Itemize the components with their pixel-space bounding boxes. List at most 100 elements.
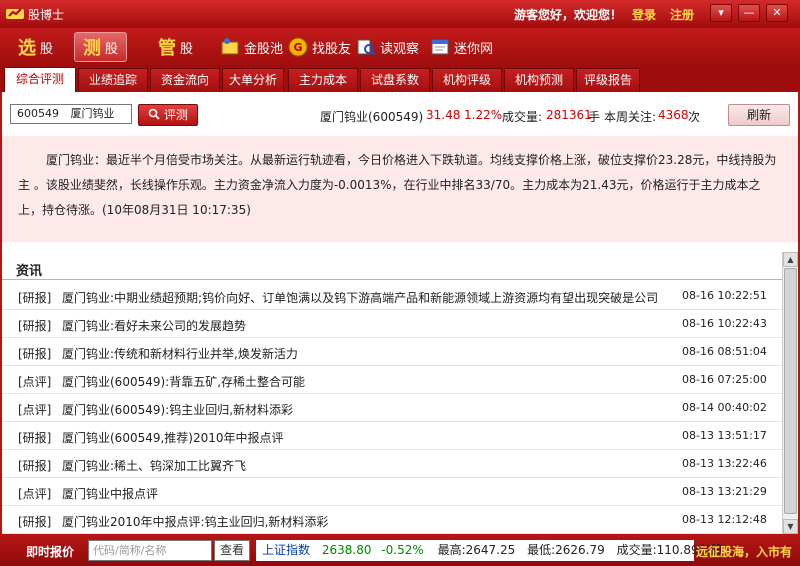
search-row: 600549 厦门钨业 评测 厦门钨业(600549) 31.48 1.22% …	[2, 92, 798, 136]
nav-manage-stock[interactable]: 管 股	[158, 32, 193, 62]
tab-performance[interactable]: 业绩追踪	[78, 68, 148, 92]
news-row[interactable]: [研报] 厦门钨业:中期业绩超预期;钨价向好、订单饱满以及钨下游高端产品和新能源领…	[2, 282, 782, 310]
quote-price: 31.48	[426, 108, 461, 122]
news-title-link[interactable]: 厦门钨业:看好未来公司的发展趋势	[62, 317, 246, 334]
news-tag: [研报]	[18, 291, 52, 305]
manage-stock-icon: 管	[158, 38, 176, 59]
news-tag: [研报]	[18, 431, 52, 445]
news-title-link[interactable]: 厦门钨业(600549,推荐)2010年中报点评	[62, 429, 284, 446]
refresh-button[interactable]: 刷新	[728, 104, 790, 126]
weekly-attention-count: 4368	[658, 108, 689, 122]
volume-label: 成交量:	[502, 110, 543, 124]
nav-label: 找股友	[312, 41, 352, 57]
nav-mini-web[interactable]: 迷你网	[430, 32, 493, 62]
nav-label: 股	[105, 41, 119, 57]
news-row[interactable]: [研报] 厦门钨业:稀土、钨深加工比翼齐飞 08-13 13:22:46	[2, 450, 782, 478]
evaluation-summary: 厦门钨业：最近半个月倍受市场关注。从最新运行轨迹看，今日价格进入下跌轨道。均线支…	[2, 136, 798, 242]
greeting-text: 游客您好，欢迎您！	[514, 8, 623, 22]
news-row[interactable]: [研报] 厦门钨业2010年中报点评:钨主业回归,新材料添彩 08-13 12:12…	[2, 506, 782, 534]
gold-pool-icon	[221, 38, 239, 55]
news-time: 08-13 13:22:46	[682, 457, 767, 470]
tab-rating-report[interactable]: 评级报告	[576, 68, 640, 92]
tab-big-order[interactable]: 大单分析	[222, 68, 284, 92]
evaluate-button[interactable]: 评测	[138, 104, 198, 126]
close-button[interactable]: ✕	[766, 4, 788, 22]
news-row[interactable]: [研报] 厦门钨业:传统和新材料行业并举,焕发新活力 08-16 08:51:04	[2, 338, 782, 366]
news-time: 08-16 10:22:51	[682, 289, 767, 302]
news-header: 资讯	[2, 252, 782, 280]
attention-unit: 次	[688, 110, 701, 124]
news-row[interactable]: [点评] 厦门钨业中报点评 08-13 13:21:29	[2, 478, 782, 506]
stock-code-input[interactable]: 600549 厦门钨业	[10, 104, 132, 124]
menu-dropdown-button[interactable]: ▾	[710, 4, 732, 22]
news-scrollbar[interactable]: ▲ ▼	[782, 252, 798, 534]
news-tag: [点评]	[18, 403, 52, 417]
tab-fund-flow[interactable]: 资金流向	[150, 68, 220, 92]
tab-institution-rating[interactable]: 机构评级	[432, 68, 502, 92]
nav-label: 读观察	[380, 41, 420, 57]
scroll-up-arrow-icon[interactable]: ▲	[783, 252, 798, 267]
find-friends-icon: G	[288, 37, 308, 57]
index-low: 最低:2626.79	[527, 543, 605, 557]
quick-quote-input[interactable]: 代码/简称/名称	[88, 540, 212, 561]
app-title: 股博士	[28, 8, 65, 22]
nav-label: 股	[180, 41, 194, 57]
read-observe-icon	[357, 39, 376, 56]
index-name: 上证指数	[262, 543, 311, 557]
news-tag: [研报]	[18, 515, 52, 529]
scroll-thumb[interactable]	[784, 268, 797, 514]
nav-label: 金股池	[244, 41, 284, 57]
news-title-link[interactable]: 厦门钨业2010年中报点评:钨主业回归,新材料添彩	[62, 513, 328, 530]
news-row[interactable]: [研报] 厦门钨业:看好未来公司的发展趋势 08-16 10:22:43	[2, 310, 782, 338]
news-time: 08-13 13:51:17	[682, 429, 767, 442]
select-stock-icon: 选	[18, 38, 36, 59]
login-link[interactable]: 登录	[632, 6, 656, 23]
quote-volume: 281361	[546, 108, 592, 122]
nav-read-observe[interactable]: 读观察	[356, 32, 419, 62]
news-title-link[interactable]: 厦门钨业(600549):背靠五矿,存稀土整合可能	[62, 373, 305, 390]
quote-stock-name: 厦门钨业(600549)	[320, 110, 424, 124]
nav-label: 迷你网	[454, 41, 494, 57]
news-row[interactable]: [研报] 厦门钨业(600549,推荐)2010年中报点评 08-13 13:51:…	[2, 422, 782, 450]
news-time: 08-16 08:51:04	[682, 345, 767, 358]
nav-select-stock[interactable]: 选 股	[18, 32, 53, 62]
nav-label: 股	[40, 41, 54, 57]
stock-name-value: 厦门钨业	[70, 107, 115, 120]
minimize-button[interactable]: —	[738, 4, 760, 22]
mini-web-icon	[431, 39, 449, 55]
tab-test-coefficient[interactable]: 试盘系数	[360, 68, 430, 92]
tab-main-cost[interactable]: 主力成本	[288, 68, 358, 92]
news-time: 08-16 10:22:43	[682, 317, 767, 330]
view-quote-button[interactable]: 查看	[214, 540, 250, 561]
news-time: 08-16 07:25:00	[682, 373, 767, 386]
volume-unit: 手	[588, 110, 601, 124]
main-content: 600549 厦门钨业 评测 厦门钨业(600549) 31.48 1.22% …	[2, 92, 798, 534]
index-ticker: 上证指数 2638.80 -0.52% 最高:2647.25 最低:2626.7…	[256, 540, 723, 561]
nav-find-friends[interactable]: G 找股友	[288, 32, 351, 62]
news-title-link[interactable]: 厦门钨业:传统和新材料行业并举,焕发新活力	[62, 345, 298, 362]
realtime-quote-label: 即时报价	[26, 545, 75, 559]
news-row[interactable]: [点评] 厦门钨业(600549):钨主业回归,新材料添彩 08-14 00:40:…	[2, 394, 782, 422]
title-bar: 股博士 游客您好，欢迎您！ 登录 注册 ▾ — ✕	[0, 0, 800, 28]
index-high: 最高:2647.25	[437, 543, 516, 557]
app-window: 股博士 游客您好，欢迎您！ 登录 注册 ▾ — ✕ 选 股 测 股 管 股 金股…	[0, 0, 800, 566]
nav-gold-pool[interactable]: 金股池	[220, 32, 283, 62]
news-title-link[interactable]: 厦门钨业(600549):钨主业回归,新材料添彩	[62, 401, 293, 418]
register-link[interactable]: 注册	[670, 6, 694, 23]
news-time: 08-13 13:21:29	[682, 485, 767, 498]
tab-overall-eval[interactable]: 综合评测	[4, 67, 76, 92]
news-tag: [研报]	[18, 319, 52, 333]
main-nav: 选 股 测 股 管 股 金股池 G 找股友 读观察 迷你网	[0, 28, 800, 66]
nav-test-stock[interactable]: 测 股	[74, 32, 128, 62]
stock-code-value: 600549	[17, 107, 59, 120]
scroll-down-arrow-icon[interactable]: ▼	[783, 519, 798, 534]
news-row[interactable]: [点评] 厦门钨业(600549):背靠五矿,存稀土整合可能 08-16 07:25…	[2, 366, 782, 394]
svg-text:G: G	[293, 41, 302, 54]
test-stock-icon: 测	[83, 38, 101, 59]
index-change: -0.52%	[381, 543, 424, 557]
news-title-link[interactable]: 厦门钨业:稀土、钨深加工比翼齐飞	[62, 457, 246, 474]
tab-institution-forecast[interactable]: 机构预测	[504, 68, 574, 92]
news-title-link[interactable]: 厦门钨业:中期业绩超预期;钨价向好、订单饱满以及钨下游高端产品和新能源领域上游资…	[62, 289, 658, 306]
news-list: [研报] 厦门钨业:中期业绩超预期;钨价向好、订单饱满以及钨下游高端产品和新能源领…	[2, 282, 782, 534]
news-title-link[interactable]: 厦门钨业中报点评	[62, 485, 158, 502]
